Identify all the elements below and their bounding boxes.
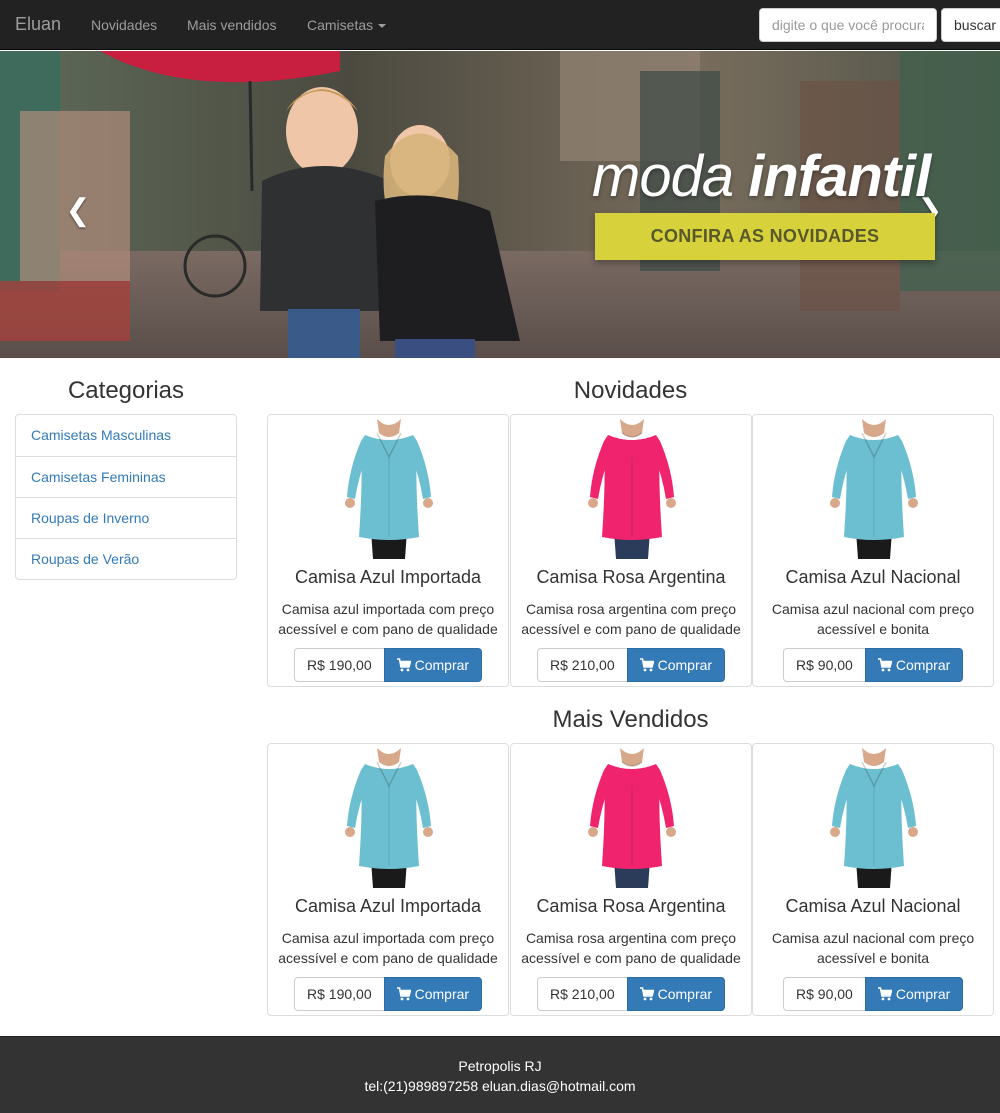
- product-name: Camisa Azul Nacional: [785, 896, 961, 916]
- product-image[interactable]: [814, 748, 934, 888]
- section-title-novidades: Novidades: [573, 377, 688, 404]
- shopping-cart-icon: [877, 658, 892, 672]
- footer-contact: tel:(21)989897258 eluan.dias@hotmail.com: [364, 1078, 636, 1094]
- buy-button-label: Comprar: [657, 657, 713, 673]
- product-description: Camisa rosa argentina com preço acessíve…: [521, 601, 741, 637]
- product-actions: R$ 190,00 Comprar: [294, 648, 483, 682]
- category-item-roupas-de-verao[interactable]: Roupas de Verão: [16, 538, 236, 579]
- product-image[interactable]: [572, 419, 692, 559]
- section-title-mais-vendidos: Mais Vendidos: [552, 706, 709, 733]
- buy-button[interactable]: Comprar: [383, 648, 483, 682]
- product-description: Camisa azul nacional com preço acessível…: [771, 930, 975, 966]
- product-description: Camisa azul importada com preço acessíve…: [278, 601, 498, 637]
- chevron-left-icon: ❮: [65, 194, 91, 227]
- product-image[interactable]: [572, 748, 692, 888]
- product-card: Camisa Azul Importada Camisa azul import…: [267, 743, 509, 1016]
- product-name: Camisa Rosa Argentina: [536, 567, 726, 587]
- product-card: Camisa Rosa Argentina Camisa rosa argent…: [510, 414, 752, 687]
- nav-link-mais-vendidos[interactable]: Mais vendidos: [187, 15, 277, 35]
- banner-headline-bold: infantil: [748, 144, 931, 209]
- brand-logo[interactable]: Eluan: [15, 14, 61, 34]
- product-name: Camisa Azul Nacional: [785, 567, 961, 587]
- product-actions: R$ 90,00 Comprar: [783, 648, 964, 682]
- search-button[interactable]: buscar: [941, 8, 1000, 42]
- navbar: Eluan Novidades Mais vendidos Camisetas …: [0, 0, 1000, 50]
- product-image[interactable]: [329, 748, 449, 888]
- buy-button-label: Comprar: [657, 986, 713, 1002]
- category-item-camisetas-femininas[interactable]: Camisetas Femininas: [16, 456, 236, 497]
- search-input[interactable]: [759, 8, 937, 42]
- carousel-prev-control[interactable]: ❮: [58, 191, 98, 231]
- banner-headline: moda infantil: [592, 142, 931, 212]
- buy-button-label: Comprar: [895, 657, 951, 673]
- buy-button[interactable]: Comprar: [626, 648, 726, 682]
- product-description: Camisa rosa argentina com preço acessíve…: [521, 930, 741, 966]
- price-button[interactable]: R$ 190,00: [294, 977, 385, 1011]
- nav-link-novidades[interactable]: Novidades: [91, 15, 157, 35]
- buy-button-label: Comprar: [414, 657, 470, 673]
- price-button[interactable]: R$ 210,00: [537, 977, 628, 1011]
- price-button[interactable]: R$ 190,00: [294, 648, 385, 682]
- banner-cta[interactable]: CONFIRA AS NOVIDADES: [595, 213, 935, 260]
- product-card: Camisa Rosa Argentina Camisa rosa argent…: [510, 743, 752, 1016]
- nav-dropdown-label: Camisetas: [307, 17, 374, 33]
- shopping-cart-icon: [877, 987, 892, 1001]
- product-actions: R$ 210,00 Comprar: [537, 977, 726, 1011]
- product-name: Camisa Azul Importada: [294, 896, 482, 916]
- caret-down-icon: [378, 24, 387, 29]
- shopping-cart-icon: [639, 658, 654, 672]
- product-actions: R$ 210,00 Comprar: [537, 648, 726, 682]
- product-name: Camisa Azul Importada: [294, 567, 482, 587]
- product-card: Camisa Azul Nacional Camisa azul naciona…: [752, 414, 994, 687]
- shopping-cart-icon: [396, 987, 411, 1001]
- price-button[interactable]: R$ 210,00: [537, 648, 628, 682]
- buy-button[interactable]: Comprar: [864, 977, 964, 1011]
- product-actions: R$ 190,00 Comprar: [294, 977, 483, 1011]
- buy-button[interactable]: Comprar: [383, 977, 483, 1011]
- buy-button[interactable]: Comprar: [626, 977, 726, 1011]
- product-card: Camisa Azul Nacional Camisa azul naciona…: [752, 743, 994, 1016]
- product-description: Camisa azul importada com preço acessíve…: [278, 930, 498, 966]
- product-image[interactable]: [329, 419, 449, 559]
- product-description: Camisa azul nacional com preço acessível…: [771, 601, 975, 637]
- product-name: Camisa Rosa Argentina: [536, 896, 726, 916]
- category-item-camisetas-masculinas[interactable]: Camisetas Masculinas: [16, 415, 236, 456]
- product-actions: R$ 90,00 Comprar: [783, 977, 964, 1011]
- buy-button-label: Comprar: [895, 986, 951, 1002]
- category-item-roupas-de-inverno[interactable]: Roupas de Inverno: [16, 497, 236, 538]
- hero-carousel: ❮ ❯ moda infantil CONFIRA AS NOVIDADES: [0, 51, 1000, 358]
- footer-city: Petropolis RJ: [458, 1058, 542, 1074]
- buy-button[interactable]: Comprar: [864, 648, 964, 682]
- category-list: Camisetas Masculinas Camisetas Femininas…: [15, 414, 237, 580]
- buy-button-label: Comprar: [414, 986, 470, 1002]
- shopping-cart-icon: [639, 987, 654, 1001]
- product-image[interactable]: [814, 419, 934, 559]
- footer: Petropolis RJ tel:(21)989897258 eluan.di…: [0, 1036, 1000, 1113]
- sidebar-title: Categorias: [67, 377, 185, 404]
- nav-dropdown-camisetas[interactable]: Camisetas: [307, 15, 387, 35]
- price-button[interactable]: R$ 90,00: [783, 977, 866, 1011]
- shopping-cart-icon: [396, 658, 411, 672]
- price-button[interactable]: R$ 90,00: [783, 648, 866, 682]
- product-card: Camisa Azul Importada Camisa azul import…: [267, 414, 509, 687]
- banner-headline-light: moda: [592, 144, 749, 209]
